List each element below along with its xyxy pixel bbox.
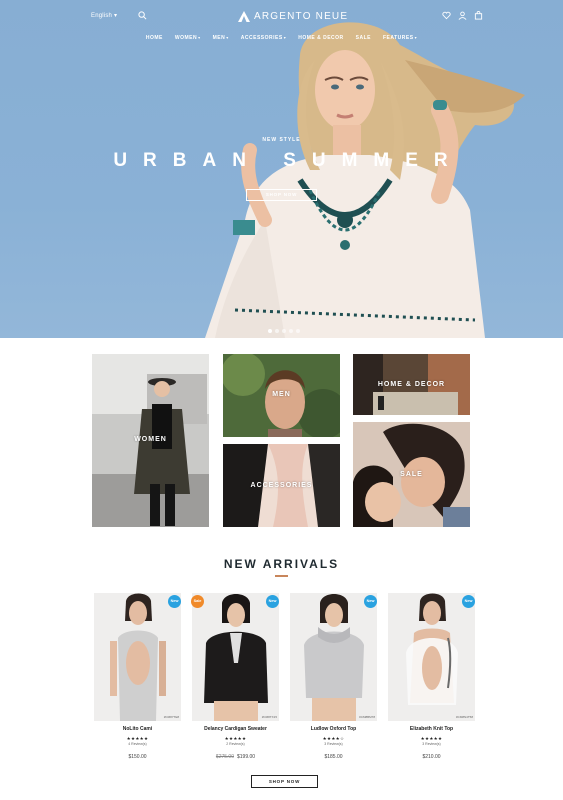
product-price: $210.00	[388, 754, 475, 760]
new-badge: New	[266, 595, 279, 608]
new-arrivals-heading: NEW ARRIVALS	[223, 557, 340, 571]
product-image[interactable]	[192, 593, 279, 721]
product-card[interactable]: Sale New #CM8TX15 Delancy Cardigan Sweat…	[191, 593, 279, 761]
new-badge: New	[364, 595, 377, 608]
new-badge: New	[462, 595, 475, 608]
product-image[interactable]	[290, 593, 377, 721]
chevron-down-icon: ▾	[414, 35, 418, 40]
product-image[interactable]	[94, 593, 181, 721]
heart-icon[interactable]	[442, 11, 451, 20]
main-nav: HOME WOMEN▾ MEN▾ ACCESSORIES▾ HOME & DEC…	[0, 35, 563, 41]
product-card[interactable]: New #CM8N4T58 Elizabeth Knit Top ★★★★★ 3…	[388, 593, 475, 761]
nav-sale[interactable]: SALE	[350, 35, 377, 41]
price-current: $150.00	[128, 754, 147, 760]
category-women[interactable]: WOMEN	[92, 354, 209, 527]
review-count[interactable]: 3 Review(s)	[290, 742, 377, 746]
price-old: $275.00	[215, 754, 234, 760]
nav-features[interactable]: FEATURES▾	[377, 35, 423, 41]
category-home-decor-label: HOME & DECOR	[377, 381, 446, 388]
chevron-down-icon: ▾	[226, 35, 229, 40]
nav-accessories[interactable]: ACCESSORIES▾	[235, 35, 292, 41]
product-sku: #CM8BM78	[359, 715, 375, 719]
product-price: $275.00 $199.00	[192, 754, 279, 760]
slider-dots	[268, 329, 300, 333]
language-label: English	[91, 13, 113, 19]
search-icon[interactable]	[138, 11, 147, 20]
category-women-label: WOMEN	[134, 436, 167, 443]
brand-name: ARGENTO NEUE	[254, 10, 349, 22]
sale-badge: Sale	[191, 595, 204, 608]
hero-shop-button[interactable]: SHOP NOW	[246, 189, 317, 201]
product-name[interactable]: Delancy Cardigan Sweater	[192, 726, 279, 732]
category-accessories[interactable]: ACCESSORIES	[223, 444, 340, 527]
product-price: $185.00	[290, 754, 377, 760]
category-sale-label: SALE	[400, 471, 423, 478]
new-badge: New	[168, 595, 181, 608]
review-count[interactable]: 3 Review(s)	[388, 742, 475, 746]
heading-divider	[275, 575, 288, 577]
nav-home[interactable]: HOME	[140, 35, 169, 41]
cart-icon[interactable]	[474, 11, 483, 20]
category-accessories-label: ACCESSORIES	[250, 482, 313, 489]
product-sku: #CM8N4T58	[455, 715, 473, 719]
hero-kicker: NEW STYLE	[262, 137, 301, 143]
product-name[interactable]: Elizabeth Knit Top	[388, 726, 475, 732]
slide-dot[interactable]	[289, 329, 293, 333]
product-sku: #CM87TE8	[163, 715, 179, 719]
product-image[interactable]	[388, 593, 475, 721]
product-card[interactable]: New #CM8BM78 Ludlow Oxford Top ★★★★☆ 3 R…	[290, 593, 377, 761]
product-name[interactable]: Ludlow Oxford Top	[290, 726, 377, 732]
hero-title: URBAN SUMMER	[113, 150, 464, 171]
review-count[interactable]: 4 Review(s)	[94, 742, 181, 746]
hero-banner: English ▾ ARGENTO NEUE HOME WOMEN▾ MEN▾ …	[0, 0, 563, 338]
top-bar: English ▾ ARGENTO NEUE	[0, 0, 563, 34]
slide-dot[interactable]	[296, 329, 300, 333]
nav-men[interactable]: MEN▾	[207, 35, 235, 41]
header-actions	[442, 11, 483, 20]
slide-dot[interactable]	[268, 329, 272, 333]
language-selector[interactable]: English ▾	[91, 12, 117, 19]
category-home-decor[interactable]: HOME & DECOR	[353, 354, 470, 415]
chevron-down-icon: ▾	[198, 35, 201, 40]
chevron-down-icon: ▾	[283, 35, 287, 40]
category-sale[interactable]: SALE	[353, 422, 470, 527]
category-men-label: MEN	[272, 391, 291, 398]
product-sku: #CM8TX15	[261, 715, 277, 719]
slide-dot[interactable]	[275, 329, 279, 333]
review-count[interactable]: 2 Review(s)	[192, 742, 279, 746]
product-price: $150.00	[94, 754, 181, 760]
nav-home-decor[interactable]: HOME & DECOR	[292, 35, 349, 41]
brand-logo[interactable]: ARGENTO NEUE	[238, 9, 348, 23]
slide-dot[interactable]	[282, 329, 286, 333]
product-card[interactable]: New #CM87TE8 NoLito Cami ★★★★★ 4 Review(…	[94, 593, 181, 761]
shop-now-button[interactable]: SHOP NOW	[251, 775, 318, 788]
price-current: $210.00	[422, 754, 441, 760]
logo-mark-icon	[238, 10, 250, 22]
nav-women[interactable]: WOMEN▾	[169, 35, 207, 41]
hero-model-image	[205, 22, 525, 338]
price-current: $185.00	[324, 754, 343, 760]
user-icon[interactable]	[458, 11, 467, 20]
price-current: $199.00	[237, 754, 256, 760]
product-name[interactable]: NoLito Cami	[94, 726, 181, 732]
category-men[interactable]: MEN	[223, 354, 340, 437]
